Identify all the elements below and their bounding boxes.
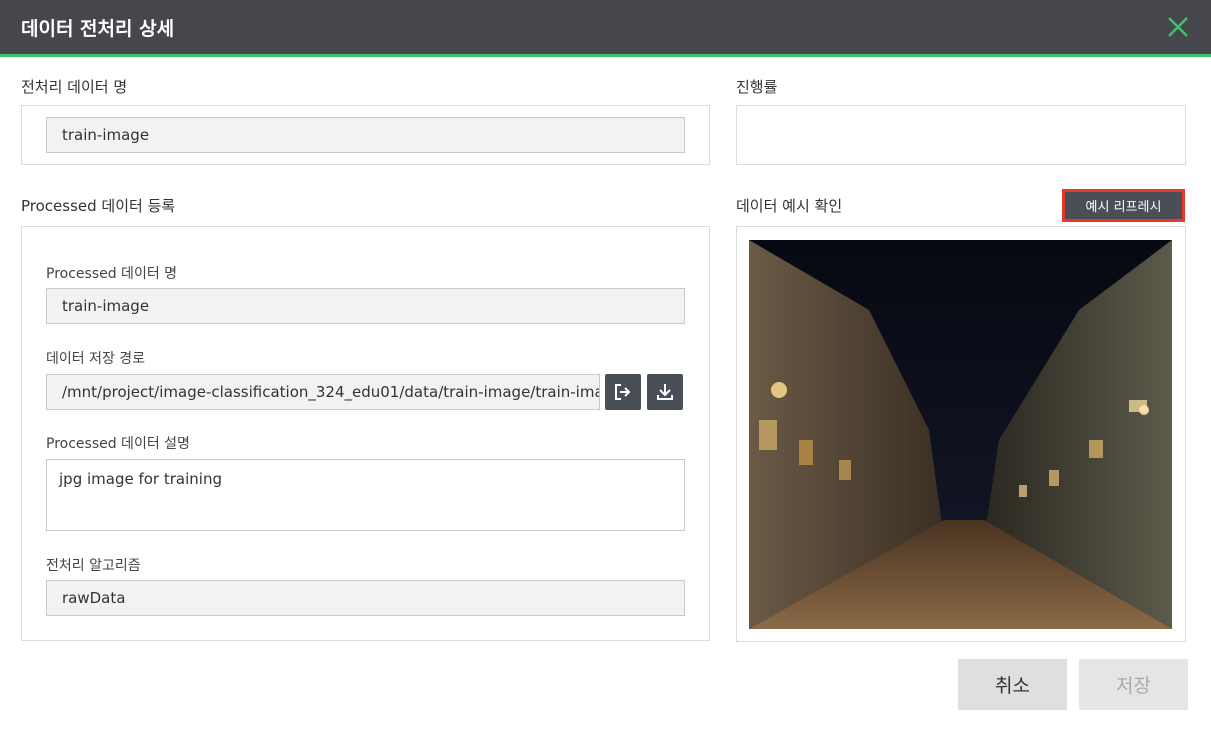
save-button[interactable]: 저장 bbox=[1079, 659, 1188, 710]
preview-label: 데이터 예시 확인 bbox=[736, 197, 843, 215]
save-path-label: 데이터 저장 경로 bbox=[46, 351, 146, 367]
dialog-header: 데이터 전처리 상세 bbox=[0, 0, 1211, 57]
path-open-button[interactable] bbox=[605, 374, 641, 410]
open-external-icon bbox=[615, 384, 631, 400]
preprocess-name-panel: train-image bbox=[21, 105, 710, 165]
refresh-preview-button[interactable]: 예시 리프레시 bbox=[1062, 189, 1185, 222]
algorithm-label: 전처리 알고리즘 bbox=[46, 558, 141, 574]
description-label: Processed 데이터 설명 bbox=[46, 436, 190, 452]
dialog-title: 데이터 전처리 상세 bbox=[21, 18, 175, 40]
cancel-button[interactable]: 취소 bbox=[958, 659, 1067, 710]
algorithm-field[interactable]: rawData bbox=[46, 580, 685, 616]
preview-image bbox=[749, 240, 1172, 629]
progress-panel bbox=[736, 105, 1186, 165]
preprocess-name-label: 전처리 데이터 명 bbox=[21, 78, 128, 96]
close-icon bbox=[1168, 17, 1188, 37]
processed-panel: Processed 데이터 명 train-image 데이터 저장 경로 /m… bbox=[21, 226, 710, 641]
path-download-button[interactable] bbox=[647, 374, 683, 410]
progress-label: 진행률 bbox=[736, 78, 778, 96]
processed-name-label: Processed 데이터 명 bbox=[46, 266, 178, 282]
processed-name-field[interactable]: train-image bbox=[46, 288, 685, 324]
processed-section-label: Processed 데이터 등록 bbox=[21, 197, 176, 215]
download-icon bbox=[657, 384, 673, 400]
close-button[interactable] bbox=[1165, 14, 1191, 40]
preprocess-name-field[interactable]: train-image bbox=[46, 117, 685, 153]
save-path-field[interactable]: /mnt/project/image-classification_324_ed… bbox=[46, 374, 600, 410]
description-textarea[interactable]: jpg image for training bbox=[46, 459, 685, 531]
